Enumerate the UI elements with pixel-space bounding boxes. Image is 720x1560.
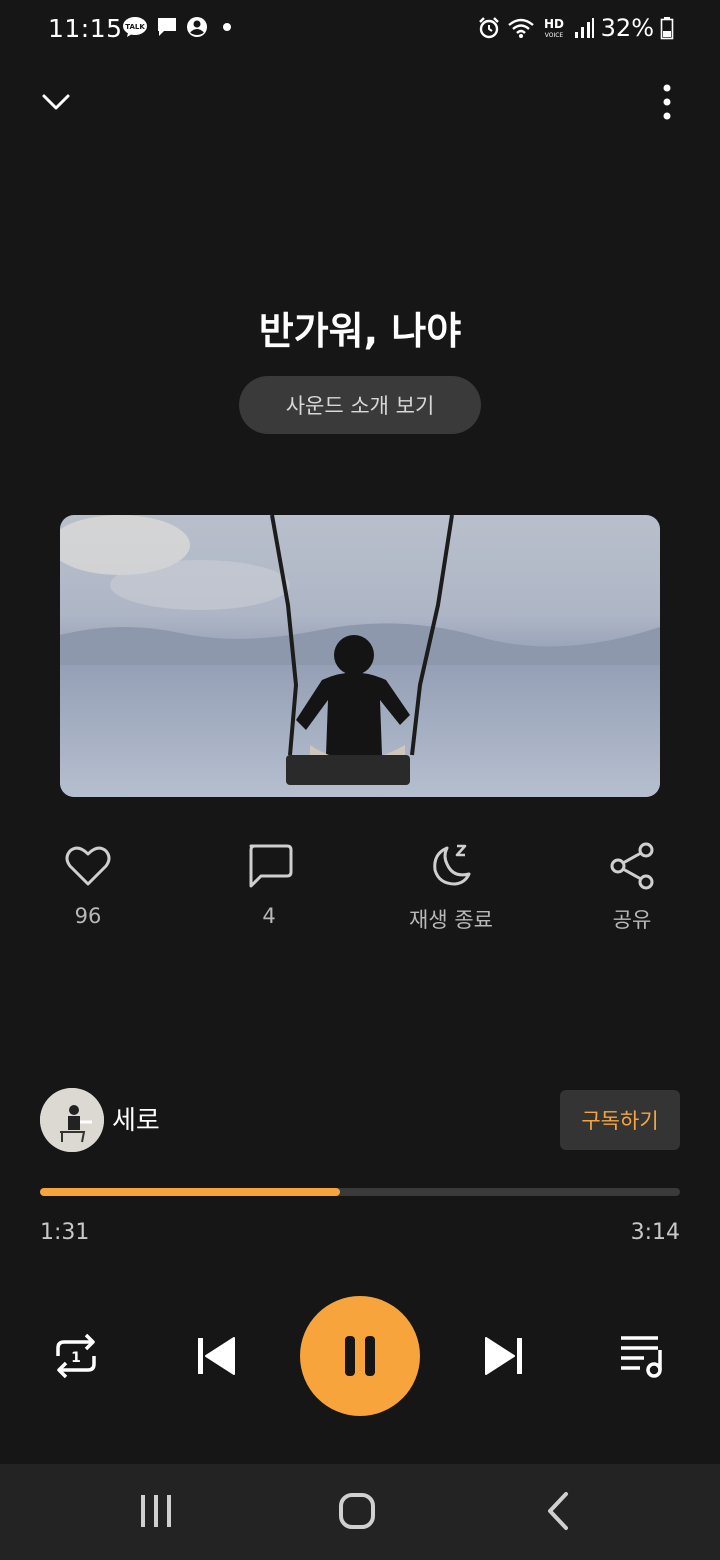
music-player-screen: 11:15 TALK HD VOICE 32% 반가워, 나야 사운드 소개 보… — [0, 0, 720, 1560]
share-action[interactable]: 공유 — [552, 838, 712, 934]
share-label: 공유 — [612, 908, 652, 932]
progress-fill — [40, 1188, 341, 1196]
back-icon[interactable] — [534, 1486, 584, 1536]
skip-previous-icon[interactable] — [194, 1334, 238, 1378]
comment-icon — [249, 844, 293, 888]
status-bar: 11:15 TALK HD VOICE 32% — [0, 0, 720, 60]
notification-icons: TALK — [122, 16, 238, 38]
total-time: 3:14 — [630, 1220, 680, 1245]
sleep-timer-label: 재생 종료 — [409, 908, 493, 932]
home-icon[interactable] — [332, 1486, 382, 1536]
avatar-image — [40, 1088, 104, 1152]
sound-intro-button[interactable]: 사운드 소개 보기 — [239, 376, 481, 434]
svg-text:HD: HD — [544, 17, 564, 31]
skip-next-icon[interactable] — [482, 1334, 526, 1378]
playlist-icon[interactable] — [618, 1332, 668, 1380]
avatar[interactable] — [40, 1088, 104, 1152]
account-icon — [187, 17, 207, 37]
hd-voice-icon: HD VOICE — [544, 17, 564, 39]
system-nav-bar — [0, 1464, 720, 1560]
battery-percent: 32% — [600, 14, 654, 42]
progress-bar[interactable] — [40, 1188, 680, 1196]
alarm-icon — [478, 17, 499, 39]
play-pause-button[interactable] — [300, 1296, 420, 1416]
recent-apps-icon[interactable] — [131, 1486, 181, 1536]
chevron-down-icon[interactable] — [38, 84, 74, 120]
system-status: HD VOICE 32% — [477, 14, 674, 42]
status-time: 11:15 — [48, 14, 123, 43]
pause-icon — [345, 1336, 375, 1376]
svg-text:1: 1 — [71, 1350, 81, 1366]
more-vertical-icon[interactable] — [652, 82, 682, 122]
signal-icon — [574, 18, 594, 38]
subscribe-button[interactable]: 구독하기 — [560, 1090, 680, 1150]
current-time: 1:31 — [40, 1220, 90, 1245]
svg-text:VOICE: VOICE — [544, 32, 563, 39]
wifi-icon — [507, 18, 534, 38]
battery-icon — [660, 17, 674, 40]
dot-icon — [223, 23, 231, 31]
artist-name[interactable]: 세로 — [112, 1100, 160, 1137]
svg-text:TALK: TALK — [125, 23, 145, 31]
repeat-one-icon[interactable]: 1 — [52, 1330, 100, 1382]
share-icon — [610, 842, 654, 890]
sleep-moon-icon — [433, 844, 471, 886]
heart-icon — [65, 846, 111, 886]
like-action[interactable]: 96 — [8, 838, 168, 928]
comment-count: 4 — [262, 904, 276, 928]
cover-art-image — [60, 515, 660, 797]
track-title: 반가워, 나야 — [258, 309, 462, 353]
comment-action[interactable]: 4 — [189, 838, 349, 928]
like-count: 96 — [74, 904, 102, 928]
message-icon — [158, 18, 176, 36]
sleep-timer-action[interactable]: 재생 종료 — [371, 838, 531, 934]
kakaotalk-icon: TALK — [123, 17, 147, 37]
